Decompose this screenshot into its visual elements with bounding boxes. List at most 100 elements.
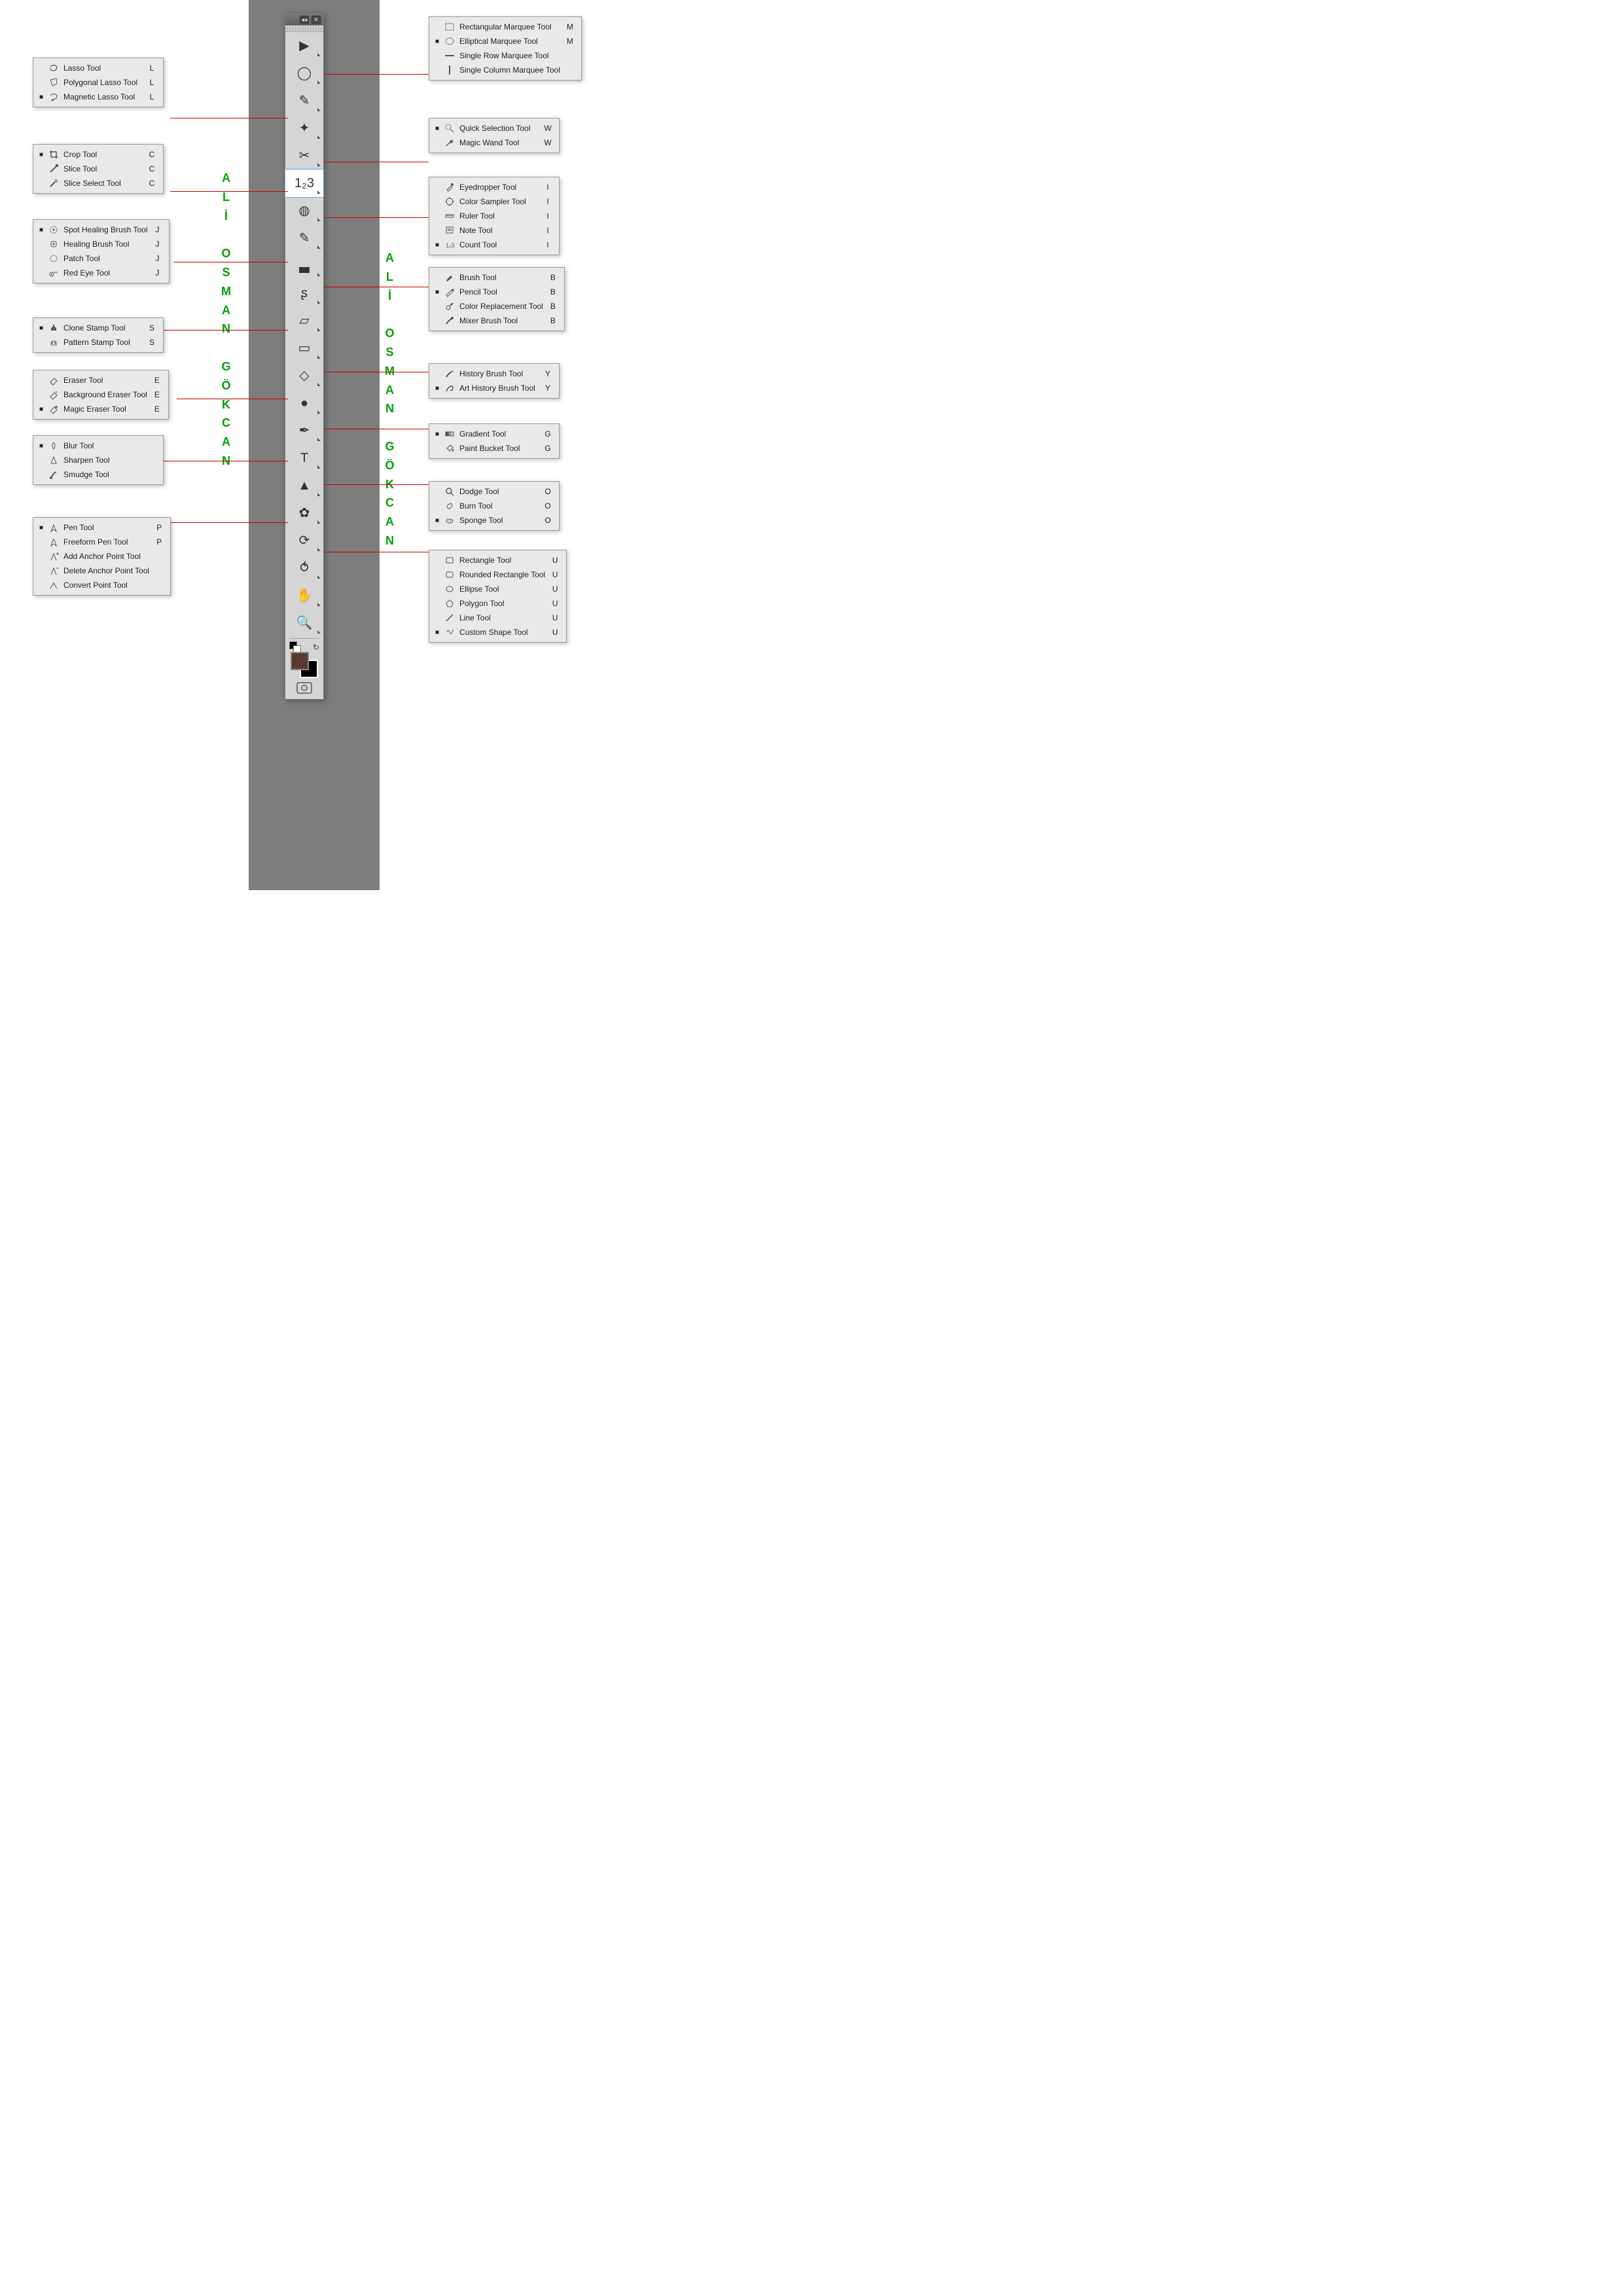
flyout-item-healing-3[interactable]: Red Eye ToolJ	[35, 266, 168, 280]
tool-blur[interactable]: ◇	[285, 362, 323, 389]
flyout-item-dodge-2[interactable]: ■Sponge ToolO	[431, 513, 558, 528]
flyout-item-crop-2[interactable]: Slice Select ToolC	[35, 176, 162, 190]
flyout-item-stamp-1[interactable]: Pattern Stamp ToolS	[35, 335, 162, 350]
flyout-item-shape-0[interactable]: Rectangle ToolU	[431, 553, 565, 567]
patch-icon	[48, 253, 60, 264]
flyout-item-dodge-1[interactable]: Burn ToolO	[431, 499, 558, 513]
flyout-item-gradient-0[interactable]: ■Gradient ToolG	[431, 427, 558, 441]
stamp-icon: ▃	[299, 259, 309, 272]
color-swatches[interactable]: ↻	[285, 640, 323, 677]
flyout-item-brush-2[interactable]: Color Replacement ToolB	[431, 299, 563, 314]
col-marquee-icon	[444, 65, 455, 75]
flyout-item-marquee-2[interactable]: Single Row Marquee Tool	[431, 48, 580, 63]
flyout-item-lasso-2[interactable]: ■Magnetic Lasso ToolL	[35, 90, 162, 104]
flyout-item-pen-4[interactable]: Convert Point Tool	[35, 578, 169, 592]
tool-hand[interactable]: ✋	[285, 582, 323, 609]
foreground-color-swatch[interactable]	[291, 652, 309, 670]
close-button[interactable]: ✕	[312, 16, 321, 24]
flyout-item-marquee-1[interactable]: ■Elliptical Marquee ToolM	[431, 34, 580, 48]
flyout-item-label: Single Row Marquee Tool	[459, 51, 560, 60]
tool-marquee[interactable]: ◯	[285, 60, 323, 87]
quick-select-icon: ✦	[299, 122, 310, 135]
flyout-item-eyedropper-3[interactable]: Note ToolI	[431, 223, 558, 238]
flyout-item-pen-0[interactable]: ■Pen ToolP	[35, 520, 169, 535]
flyout-item-eyedropper-2[interactable]: Ruler ToolI	[431, 209, 558, 223]
tool-eraser[interactable]: ▱	[285, 307, 323, 334]
flyout-item-brush-1[interactable]: ■Pencil ToolB	[431, 285, 563, 299]
tool-lasso[interactable]: ✎	[285, 87, 323, 115]
flyout-item-label: Elliptical Marquee Tool	[459, 37, 560, 46]
flyout-item-stamp-0[interactable]: ■Clone Stamp ToolS	[35, 321, 162, 335]
flyout-item-pen-2[interactable]: Add Anchor Point Tool	[35, 549, 169, 564]
flyout-item-pen-1[interactable]: Freeform Pen ToolP	[35, 535, 169, 549]
gradient-icon	[444, 429, 455, 439]
flyout-item-lasso-1[interactable]: Polygonal Lasso ToolL	[35, 75, 162, 90]
flyout-item-eraser-2[interactable]: ■Magic Eraser ToolE	[35, 402, 167, 416]
flyout-item-dodge-0[interactable]: Dodge ToolO	[431, 484, 558, 499]
tool-crop[interactable]: ✂	[285, 142, 323, 170]
shortcut-key: C	[146, 179, 158, 188]
flyout-item-healing-2[interactable]: Patch ToolJ	[35, 251, 168, 266]
flyout-item-shape-4[interactable]: Line ToolU	[431, 611, 565, 625]
toolbar-grip[interactable]	[285, 26, 323, 32]
flyout-item-label: Eraser Tool	[63, 376, 147, 385]
tool-3d-orbit[interactable]: ⥀	[285, 554, 323, 582]
flyout-item-eraser-1[interactable]: Background Eraser ToolE	[35, 387, 167, 402]
flyout-item-crop-1[interactable]: Slice ToolC	[35, 162, 162, 176]
tool-count[interactable]: 1₂3	[285, 170, 323, 197]
tool-healing[interactable]: ◍	[285, 197, 323, 224]
author-text-right: ALİ OSMAN GÖKCAN	[383, 249, 397, 550]
quick-mask-toggle[interactable]	[285, 677, 323, 699]
shortcut-key: O	[542, 501, 554, 511]
flyout-item-blur-1[interactable]: Sharpen Tool	[35, 453, 162, 467]
flyout-item-marquee-3[interactable]: Single Column Marquee Tool	[431, 63, 580, 77]
flyout-item-label: Sharpen Tool	[63, 456, 142, 465]
flyout-item-quickselect-1[interactable]: Magic Wand ToolW	[431, 135, 558, 150]
tool-quick-select[interactable]: ✦	[285, 115, 323, 142]
flyout-item-brush-0[interactable]: Brush ToolB	[431, 270, 563, 285]
flyout-item-brush-3[interactable]: Mixer Brush ToolB	[431, 314, 563, 328]
color-rep-icon	[444, 301, 455, 312]
flyout-item-pen-3[interactable]: Delete Anchor Point Tool	[35, 564, 169, 578]
flyout-item-shape-1[interactable]: Rounded Rectangle ToolU	[431, 567, 565, 582]
flyout-item-shape-3[interactable]: Polygon ToolU	[431, 596, 565, 611]
shape-icon: ✿	[299, 507, 310, 520]
flyout-item-marquee-0[interactable]: Rectangular Marquee ToolM	[431, 20, 580, 34]
quick-sel-icon	[444, 123, 455, 134]
shortcut-key: J	[152, 268, 164, 278]
tool-sponge[interactable]: ●	[285, 389, 323, 417]
tool-gradient[interactable]: ▭	[285, 334, 323, 362]
flyout-item-label: Brush Tool	[459, 273, 543, 282]
flyout-item-blur-2[interactable]: Smudge Tool	[35, 467, 162, 482]
tool-pen[interactable]: ✒	[285, 417, 323, 444]
flyout-item-label: History Brush Tool	[459, 369, 538, 378]
flyout-item-gradient-1[interactable]: Paint Bucket ToolG	[431, 441, 558, 456]
flyout-item-blur-0[interactable]: ■Blur Tool	[35, 439, 162, 453]
tool-path-select[interactable]: ▲	[285, 472, 323, 499]
flyout-item-history-0[interactable]: History Brush ToolY	[431, 367, 558, 381]
flyout-item-history-1[interactable]: ■Art History Brush ToolY	[431, 381, 558, 395]
flyout-item-eyedropper-0[interactable]: Eyedropper ToolI	[431, 180, 558, 194]
flyout-item-healing-1[interactable]: Healing Brush ToolJ	[35, 237, 168, 251]
tool-shape[interactable]: ✿	[285, 499, 323, 527]
tool-zoom[interactable]: 🔍	[285, 609, 323, 637]
flyout-item-eyedropper-4[interactable]: ■1₂3Count ToolI	[431, 238, 558, 252]
tool-3d-rotate[interactable]: ⟳	[285, 527, 323, 554]
swap-colors-icon[interactable]: ↻	[313, 643, 319, 652]
tool-slots: ▶◯✎✦✂1₂3◍✎▃ʂ▱▭◇●✒T▲✿⟳⥀✋🔍	[285, 32, 323, 637]
flyout-item-eraser-0[interactable]: Eraser ToolE	[35, 373, 167, 387]
art-hist-icon	[444, 383, 455, 393]
tool-stamp[interactable]: ▃	[285, 252, 323, 279]
tool-type[interactable]: T	[285, 444, 323, 472]
flyout-item-shape-2[interactable]: Ellipse ToolU	[431, 582, 565, 596]
tool-history-brush[interactable]: ʂ	[285, 279, 323, 307]
collapse-button[interactable]: ◂◂	[300, 16, 309, 24]
tool-pencil[interactable]: ✎	[285, 224, 323, 252]
flyout-item-quickselect-0[interactable]: ■Quick Selection ToolW	[431, 121, 558, 135]
flyout-item-eyedropper-1[interactable]: Color Sampler ToolI	[431, 194, 558, 209]
flyout-item-lasso-0[interactable]: Lasso ToolL	[35, 61, 162, 75]
flyout-item-healing-0[interactable]: ■Spot Healing Brush ToolJ	[35, 223, 168, 237]
flyout-item-crop-0[interactable]: ■Crop ToolC	[35, 147, 162, 162]
tool-move[interactable]: ▶	[285, 32, 323, 60]
flyout-item-shape-5[interactable]: ■Custom Shape ToolU	[431, 625, 565, 639]
